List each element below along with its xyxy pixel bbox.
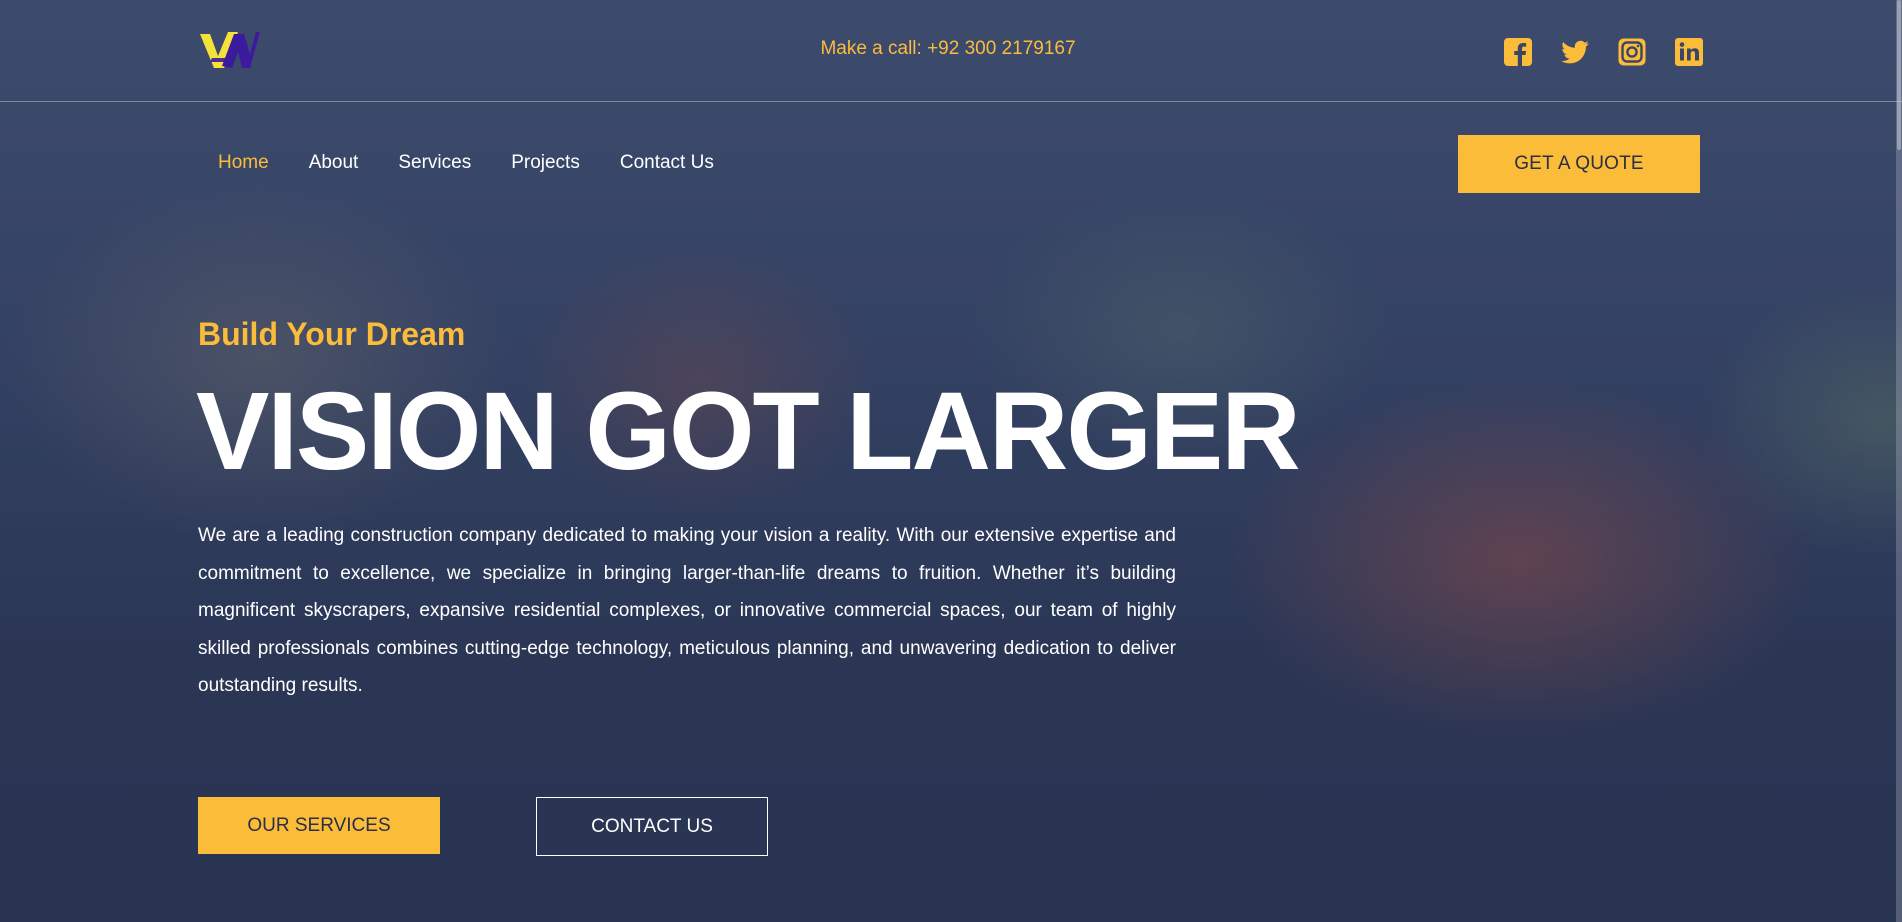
hero-description: We are a leading construction company de… <box>198 525 1176 696</box>
top-bar: Make a call: +92 300 2179167 <box>0 0 1902 102</box>
nav-item-about[interactable]: About <box>309 152 359 174</box>
main-nav: Home About Services Projects Contact Us <box>218 152 714 174</box>
our-services-button[interactable]: OUR SERVICES <box>198 797 440 854</box>
call-text[interactable]: Make a call: +92 300 2179167 <box>820 38 1075 60</box>
hero-tagline: Build Your Dream <box>198 316 466 352</box>
facebook-icon[interactable] <box>1503 37 1533 67</box>
scrollbar-thumb[interactable] <box>1897 0 1901 150</box>
social-links <box>1503 37 1704 67</box>
instagram-icon[interactable] <box>1617 37 1647 67</box>
nav-item-services[interactable]: Services <box>398 152 471 174</box>
nav-item-home[interactable]: Home <box>218 152 269 174</box>
page-scrollbar[interactable] <box>1896 0 1902 922</box>
nav-item-projects[interactable]: Projects <box>511 152 580 174</box>
twitter-icon[interactable] <box>1560 37 1590 67</box>
linkedin-icon[interactable] <box>1674 37 1704 67</box>
hero-headline: VISION GOT LARGER <box>196 370 1301 493</box>
contact-us-button[interactable]: CONTACT US <box>536 797 768 856</box>
nav-item-contact[interactable]: Contact Us <box>620 152 714 174</box>
get-quote-button[interactable]: GET A QUOTE <box>1458 135 1700 193</box>
